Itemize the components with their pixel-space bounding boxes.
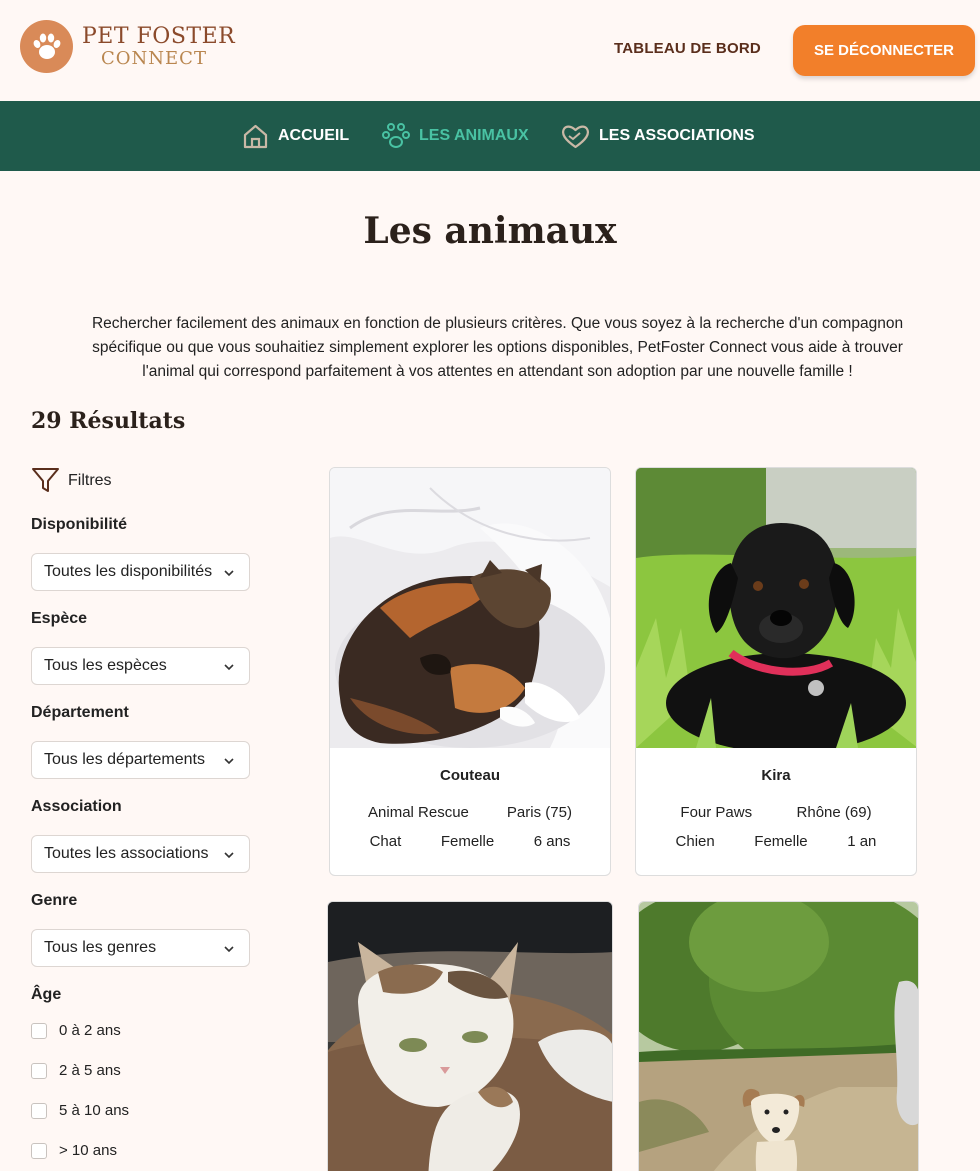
availability-select[interactable]: Toutes les disponibilités: [31, 553, 250, 591]
nav-item-associations[interactable]: LES ASSOCIATIONS: [561, 101, 755, 171]
site-header: PET FOSTER CONNECT TABLEAU DE BORD SE DÉ…: [0, 0, 980, 101]
animal-details-row: Chien Femelle 1 an: [636, 833, 916, 850]
species-value: Tous les espèces: [44, 657, 167, 674]
nav-label: LES ASSOCIATIONS: [599, 127, 755, 144]
animal-photo: [639, 902, 918, 1171]
intro-text: Rechercher facilement des animaux en fon…: [91, 315, 904, 380]
animal-age: 6 ans: [533, 833, 571, 850]
association-value: Toutes les associations: [44, 845, 209, 862]
animal-card-couteau[interactable]: Couteau Animal Rescue Paris (75) Chat Fe…: [329, 467, 611, 876]
main-nav: ACCUEIL LES ANIMAUX LES ASSOCIATIONS: [0, 101, 980, 171]
species-select[interactable]: Tous les espèces: [31, 647, 250, 685]
logo[interactable]: PET FOSTER CONNECT: [20, 20, 235, 73]
animal-card-kira[interactable]: Kira Four Paws Rhône (69) Chien Femelle …: [635, 467, 917, 876]
logout-button[interactable]: SE DÉCONNECTER: [793, 25, 975, 76]
age-checkbox[interactable]: [31, 1142, 47, 1159]
chevron-down-icon: [224, 664, 234, 671]
filters-heading[interactable]: Filtres: [31, 467, 112, 494]
paw-icon: [382, 123, 410, 148]
age-checkbox[interactable]: [31, 1062, 47, 1079]
logo-title: PET FOSTER: [82, 23, 236, 49]
animal-name: Kira: [761, 767, 791, 784]
age-option[interactable]: 2 à 5 ans: [31, 1062, 121, 1079]
animal-meta-row: Animal Rescue Paris (75): [330, 804, 610, 821]
nav-item-accueil[interactable]: ACCUEIL: [242, 101, 349, 171]
page-title: Les animaux: [363, 210, 617, 252]
age-checkbox[interactable]: [31, 1022, 47, 1039]
availability-value: Toutes les disponibilités: [44, 563, 213, 580]
chevron-down-icon: [224, 946, 234, 953]
gender-select[interactable]: Tous les genres: [31, 929, 250, 967]
age-option[interactable]: 5 à 10 ans: [31, 1102, 129, 1119]
chevron-down-icon: [224, 570, 234, 577]
age-option-label: 5 à 10 ans: [59, 1102, 130, 1119]
nav-label: LES ANIMAUX: [419, 127, 529, 144]
association-select[interactable]: Toutes les associations: [31, 835, 250, 873]
dashboard-link[interactable]: TABLEAU DE BORD: [614, 40, 761, 57]
animal-location: Rhône (69): [796, 804, 872, 821]
species-label: Espèce: [31, 610, 88, 627]
filter-icon: [32, 468, 59, 492]
age-option-label: > 10 ans: [59, 1142, 117, 1159]
animal-photo: [330, 468, 610, 748]
department-label: Département: [31, 704, 129, 721]
age-option[interactable]: > 10 ans: [31, 1142, 117, 1159]
animal-card[interactable]: [327, 901, 613, 1171]
animal-photo: [636, 468, 916, 748]
home-icon: [243, 124, 268, 148]
age-label: Âge: [31, 986, 62, 1003]
age-option[interactable]: 0 à 2 ans: [31, 1022, 121, 1039]
gender-label: Genre: [31, 892, 78, 909]
animal-details-row: Chat Femelle 6 ans: [330, 833, 610, 850]
animal-association: Four Paws: [680, 804, 753, 821]
results-count: 29 Résultats: [31, 408, 186, 434]
chevron-down-icon: [224, 852, 234, 859]
animal-meta-row: Four Paws Rhône (69): [636, 804, 916, 821]
age-option-label: 0 à 2 ans: [59, 1022, 121, 1039]
animal-name: Couteau: [440, 767, 500, 784]
animal-gender: Femelle: [440, 833, 495, 850]
nav-item-animaux[interactable]: LES ANIMAUX: [382, 101, 529, 171]
animal-location: Paris (75): [506, 804, 572, 821]
department-value: Tous les départements: [44, 751, 205, 768]
logo-subtitle: CONNECT: [101, 47, 207, 69]
paw-logo-icon: [20, 20, 73, 73]
animal-card[interactable]: [638, 901, 919, 1171]
animal-species: Chat: [369, 833, 402, 850]
animal-association: Animal Rescue: [368, 804, 469, 821]
heart-hands-icon: [562, 125, 589, 148]
animal-species: Chien: [675, 833, 715, 850]
age-option-label: 2 à 5 ans: [59, 1062, 121, 1079]
availability-label: Disponibilité: [31, 516, 127, 533]
association-label: Association: [31, 798, 122, 815]
department-select[interactable]: Tous les départements: [31, 741, 250, 779]
animal-photo: [328, 902, 612, 1171]
age-checkbox[interactable]: [31, 1102, 47, 1119]
nav-label: ACCUEIL: [278, 127, 350, 144]
animal-gender: Femelle: [754, 833, 808, 850]
animal-age: 1 an: [847, 833, 877, 850]
chevron-down-icon: [224, 758, 234, 765]
filters-label: Filtres: [68, 471, 112, 489]
gender-value: Tous les genres: [44, 939, 157, 956]
